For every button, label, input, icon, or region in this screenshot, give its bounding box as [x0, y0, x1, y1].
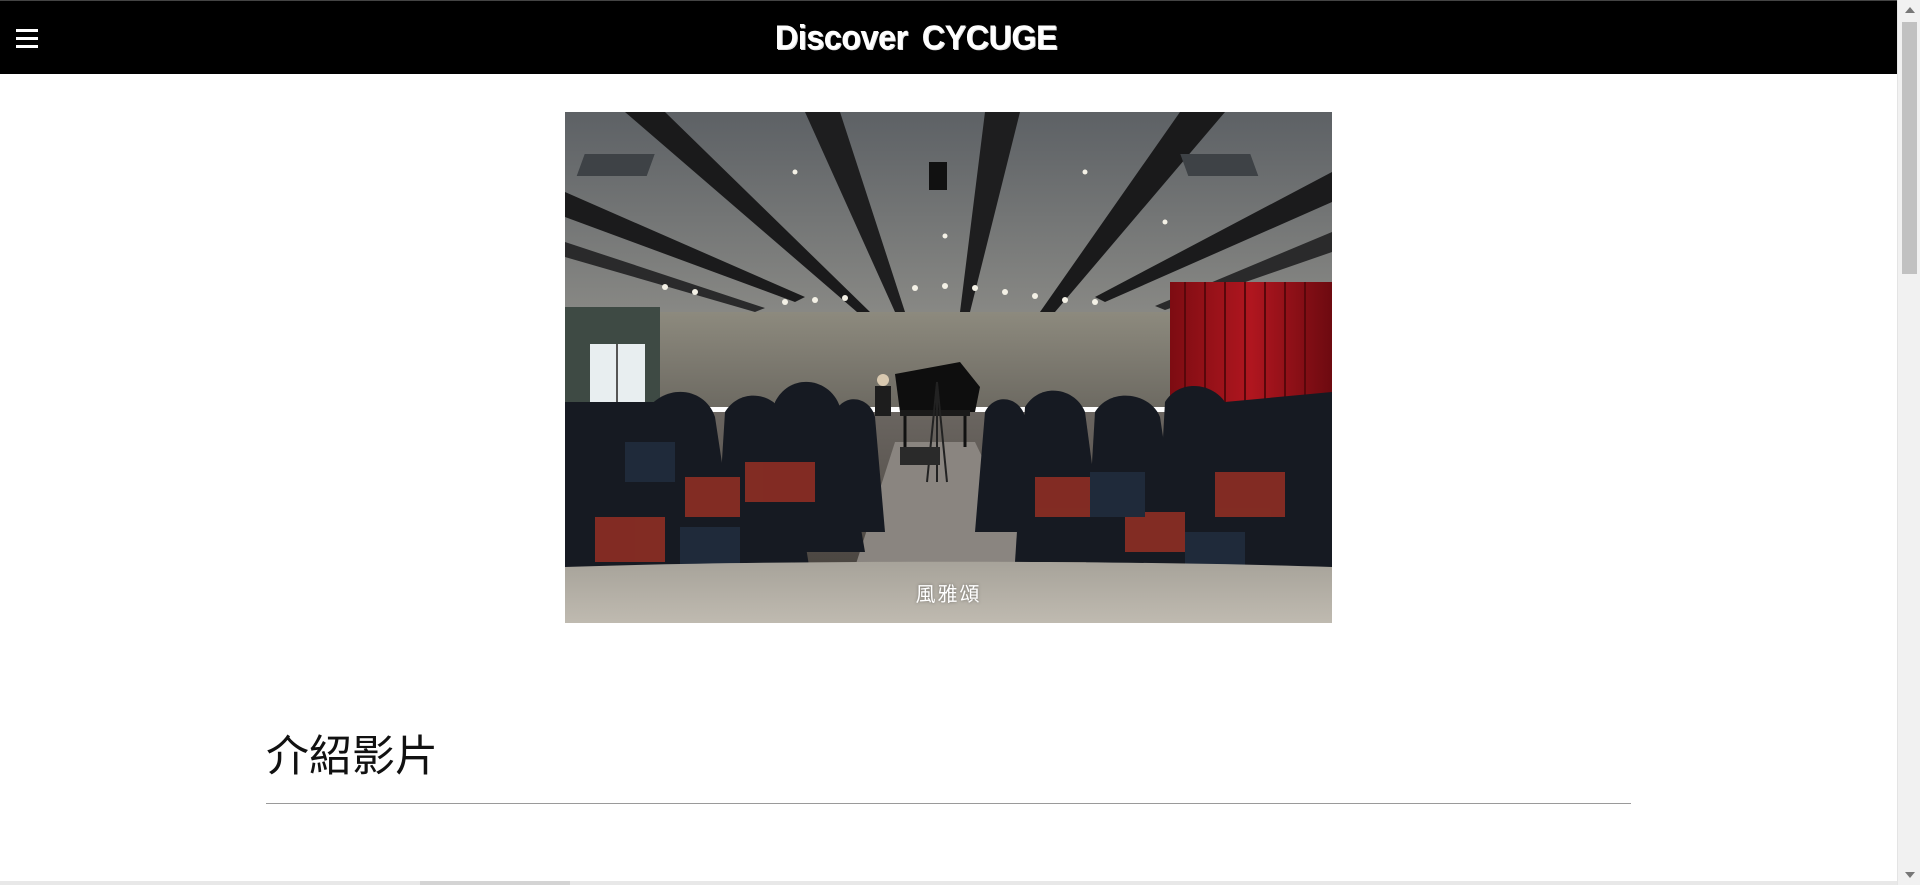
- section-title: 介紹影片: [266, 732, 438, 782]
- scroll-down-icon[interactable]: [1898, 865, 1920, 885]
- menu-line: [16, 37, 38, 40]
- vertical-scrollbar[interactable]: [1897, 0, 1920, 885]
- menu-line: [16, 29, 38, 32]
- scroll-thumb[interactable]: [1902, 22, 1917, 274]
- hero-image-card[interactable]: 風雅頌: [565, 112, 1332, 623]
- menu-line: [16, 45, 38, 48]
- section-divider: [266, 803, 1631, 804]
- concert-hall-photo: [565, 112, 1332, 623]
- horizontal-scroll-thumb[interactable]: [420, 881, 570, 885]
- hero-caption: 風雅頌: [915, 582, 982, 606]
- page: Discover CYCUGE 風雅頌 介紹影片: [0, 0, 1897, 885]
- horizontal-scroll-hint: [0, 881, 1897, 885]
- site-title[interactable]: Discover CYCUGE: [46, 1, 1786, 75]
- hamburger-menu-icon[interactable]: [12, 21, 44, 53]
- top-navigation-bar: Discover CYCUGE: [0, 0, 1897, 74]
- scroll-up-icon[interactable]: [1898, 0, 1920, 20]
